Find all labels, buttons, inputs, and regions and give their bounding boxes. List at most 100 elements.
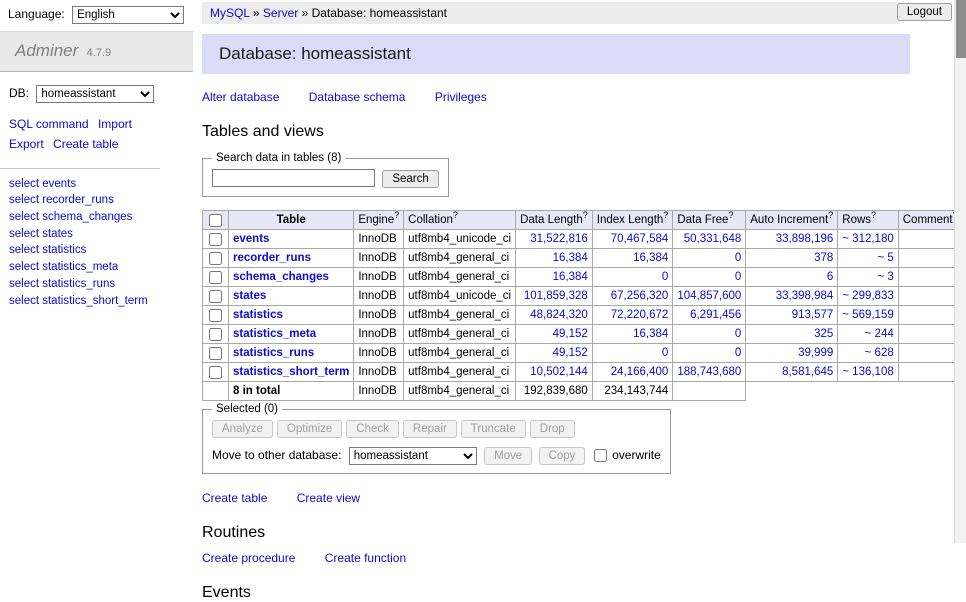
table-statistics-runs[interactable]: statistics_runs <box>233 347 314 359</box>
action-alter-database[interactable]: Alter database <box>202 90 279 104</box>
cell-index_length-link[interactable]: 16,384 <box>633 252 668 264</box>
table-recorder-runs[interactable]: recorder_runs <box>233 252 311 264</box>
search-button[interactable]: Search <box>382 170 438 188</box>
breadcrumb-server[interactable]: Server <box>263 6 298 20</box>
row-checkbox-statistics[interactable] <box>209 309 222 322</box>
sidebar-select-statistics-runs[interactable]: select statistics_runs <box>9 278 184 291</box>
action-privileges[interactable]: Privileges <box>435 90 487 104</box>
table-events[interactable]: events <box>233 233 269 245</box>
table-statistics-short-term[interactable]: statistics_short_term <box>233 366 349 378</box>
cell-data_length-link[interactable]: 31,522,816 <box>530 233 588 245</box>
sidebar-select-recorder-runs[interactable]: select recorder_runs <box>9 194 184 207</box>
sidebar-link-import[interactable]: Import <box>98 117 132 131</box>
cell-rows-link[interactable]: ~ 312,180 <box>842 233 893 245</box>
help-icon[interactable]: ? <box>394 210 399 220</box>
sidebar-select-events[interactable]: select events <box>9 178 184 191</box>
sidebar-link-sql-command[interactable]: SQL command <box>9 117 89 131</box>
row-checkbox-schema-changes[interactable] <box>209 271 222 284</box>
cell-data_length-link[interactable]: 16,384 <box>553 252 588 264</box>
cell-data_free-link[interactable]: 0 <box>735 347 741 359</box>
analyze-button[interactable]: Analyze <box>212 420 273 438</box>
cell-auto_increment-link[interactable]: 33,398,984 <box>776 290 834 302</box>
sidebar-select-statistics-meta[interactable]: select statistics_meta <box>9 261 184 274</box>
cell-index_length-link[interactable]: 72,220,672 <box>611 309 669 321</box>
cell-data_free-link[interactable]: 188,743,680 <box>677 366 741 378</box>
cell-data_length-link[interactable]: 101,859,328 <box>524 290 588 302</box>
action-database-schema[interactable]: Database schema <box>309 90 406 104</box>
table-statistics-meta[interactable]: statistics_meta <box>233 328 316 340</box>
row-checkbox-statistics-runs[interactable] <box>209 347 222 360</box>
repair-button[interactable]: Repair <box>403 420 457 438</box>
check-button[interactable]: Check <box>346 420 399 438</box>
cell-auto_increment-link[interactable]: 6 <box>827 271 833 283</box>
cell-data_free-link[interactable]: 6,291,456 <box>690 309 741 321</box>
cell-rows-link[interactable]: ~ 136,108 <box>842 366 893 378</box>
sidebar-link-create-table[interactable]: Create table <box>53 137 118 151</box>
cell-data_free-link[interactable]: 0 <box>735 252 741 264</box>
breadcrumb-mysql[interactable]: MySQL <box>210 6 250 20</box>
routine-create-function[interactable]: Create function <box>325 551 406 565</box>
cell-data_free-link[interactable]: 50,331,648 <box>684 233 742 245</box>
optimize-button[interactable]: Optimize <box>277 420 342 438</box>
move-button[interactable]: Move <box>484 447 532 465</box>
select-all-checkbox[interactable] <box>209 214 222 227</box>
sidebar-link-export[interactable]: Export <box>9 137 44 151</box>
cell-data_length-link[interactable]: 10,502,144 <box>530 366 588 378</box>
cell-index_length-link[interactable]: 0 <box>662 271 668 283</box>
row-checkbox-events[interactable] <box>209 233 222 246</box>
row-checkbox-statistics-meta[interactable] <box>209 328 222 341</box>
cell-auto_increment-link[interactable]: 8,581,645 <box>782 366 833 378</box>
cell-auto_increment-link[interactable]: 378 <box>814 252 833 264</box>
sidebar-select-statistics-short-term[interactable]: select statistics_short_term <box>9 295 184 308</box>
cell-data_free-link[interactable]: 104,857,600 <box>677 290 741 302</box>
row-checkbox-statistics-short-term[interactable] <box>209 366 222 379</box>
cell-index_length-link[interactable]: 16,384 <box>633 328 668 340</box>
help-icon[interactable]: ? <box>583 210 588 220</box>
cell-data_free-link[interactable]: 0 <box>735 271 741 283</box>
routine-create-procedure[interactable]: Create procedure <box>202 551 295 565</box>
cell-rows-link[interactable]: ~ 3 <box>877 271 893 283</box>
cell-index_length-link[interactable]: 24,166,400 <box>611 366 669 378</box>
app-title[interactable]: Adminer <box>15 41 78 60</box>
cell-rows-link[interactable]: ~ 5 <box>877 252 893 264</box>
cell-rows-link[interactable]: ~ 569,159 <box>842 309 893 321</box>
help-icon[interactable]: ? <box>453 210 458 220</box>
table-statistics[interactable]: statistics <box>233 309 283 321</box>
cell-data_free-link[interactable]: 0 <box>735 328 741 340</box>
cell-rows-link[interactable]: ~ 299,833 <box>842 290 893 302</box>
sidebar-select-states[interactable]: select states <box>9 228 184 241</box>
help-icon[interactable]: ? <box>728 210 733 220</box>
cell-auto_increment-link[interactable]: 33,898,196 <box>776 233 834 245</box>
help-icon[interactable]: ? <box>871 210 876 220</box>
overwrite-checkbox[interactable] <box>594 449 607 462</box>
truncate-button[interactable]: Truncate <box>461 420 526 438</box>
cell-index_length-link[interactable]: 70,467,584 <box>611 233 669 245</box>
cell-rows-link[interactable]: ~ 628 <box>865 347 894 359</box>
cell-auto_increment-link[interactable]: 325 <box>814 328 833 340</box>
table-schema-changes[interactable]: schema_changes <box>233 271 329 283</box>
cell-auto_increment-link[interactable]: 39,999 <box>798 347 833 359</box>
search-input[interactable] <box>212 169 375 187</box>
copy-button[interactable]: Copy <box>539 447 586 465</box>
cell-data_length-link[interactable]: 49,152 <box>553 347 588 359</box>
logout-button[interactable]: Logout <box>897 3 952 21</box>
row-checkbox-recorder-runs[interactable] <box>209 252 222 265</box>
create-create-view[interactable]: Create view <box>297 491 360 505</box>
help-icon[interactable]: ? <box>663 210 668 220</box>
db-select[interactable]: homeassistant <box>36 85 154 103</box>
sidebar-select-schema-changes[interactable]: select schema_changes <box>9 211 184 224</box>
sidebar-select-statistics[interactable]: select statistics <box>9 244 184 257</box>
cell-data_length-link[interactable]: 49,152 <box>553 328 588 340</box>
help-icon[interactable]: ? <box>828 210 833 220</box>
language-select[interactable]: English <box>72 6 184 24</box>
cell-index_length-link[interactable]: 0 <box>662 347 668 359</box>
cell-data_length-link[interactable]: 48,824,320 <box>530 309 588 321</box>
cell-data_length-link[interactable]: 16,384 <box>553 271 588 283</box>
cell-rows-link[interactable]: ~ 244 <box>865 328 894 340</box>
row-checkbox-states[interactable] <box>209 290 222 303</box>
move-database-select[interactable]: homeassistant <box>349 447 477 465</box>
scrollbar[interactable] <box>954 0 966 543</box>
cell-auto_increment-link[interactable]: 913,577 <box>792 309 834 321</box>
cell-index_length-link[interactable]: 67,256,320 <box>611 290 669 302</box>
table-states[interactable]: states <box>233 290 266 302</box>
